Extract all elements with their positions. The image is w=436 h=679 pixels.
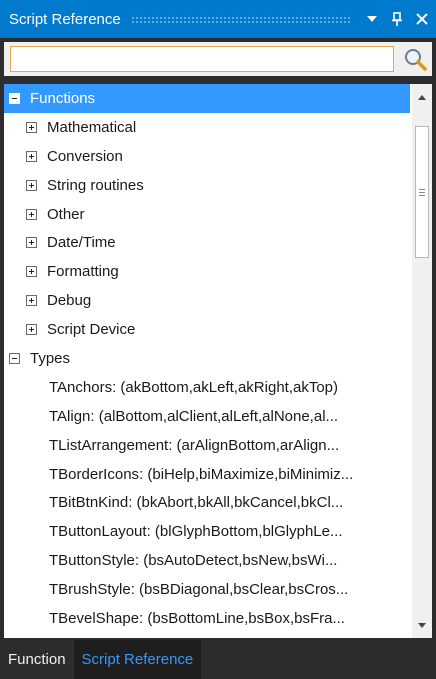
script-reference-panel: Script Reference Functions Mathematical … bbox=[0, 0, 436, 679]
close-icon[interactable] bbox=[411, 8, 433, 30]
expand-icon[interactable] bbox=[26, 208, 37, 220]
tree-node-label: String routines bbox=[47, 176, 144, 194]
tab-script-reference[interactable]: Script Reference bbox=[73, 640, 202, 679]
tree-node-label: Functions bbox=[30, 89, 96, 107]
tree-node-debug[interactable]: Debug bbox=[4, 286, 410, 315]
expand-icon[interactable] bbox=[26, 179, 37, 191]
tree-node-script-device[interactable]: Script Device bbox=[4, 315, 410, 344]
tree-node-label: TBorderIcons: (biHelp,biMaximize,biMinim… bbox=[49, 465, 354, 483]
tree-node-type[interactable]: TButtonStyle: (bsAutoDetect,bsNew,bsWi..… bbox=[4, 546, 410, 575]
collapse-icon[interactable] bbox=[9, 352, 20, 364]
tree-node-label: Types bbox=[30, 349, 71, 367]
tree-node-type[interactable]: TAlign: (alBottom,alClient,alLeft,alNone… bbox=[4, 402, 410, 431]
tree-node-label: TButtonLayout: (blGlyphBottom,blGlyphLe.… bbox=[49, 523, 343, 541]
tree-node-mathematical[interactable]: Mathematical bbox=[4, 113, 410, 142]
tree-node-label: Other bbox=[47, 205, 85, 223]
bottom-tab-bar: Function Script Reference bbox=[0, 640, 436, 679]
search-input[interactable] bbox=[10, 46, 394, 72]
pin-icon[interactable] bbox=[386, 8, 408, 30]
tree-node-label: Conversion bbox=[47, 147, 123, 165]
tree-node-label: Mathematical bbox=[47, 118, 137, 136]
tree-node-formatting[interactable]: Formatting bbox=[4, 257, 410, 286]
tree-node-type[interactable]: TBevelShape: (bsBottomLine,bsBox,bsFra..… bbox=[4, 604, 410, 633]
panel-title: Script Reference bbox=[9, 10, 121, 28]
triangle-down-icon[interactable] bbox=[361, 8, 383, 30]
expand-icon[interactable] bbox=[26, 295, 37, 307]
expand-icon[interactable] bbox=[26, 237, 37, 249]
tree-node-label: TAlign: (alBottom,alClient,alLeft,alNone… bbox=[49, 407, 339, 425]
tree-node-other[interactable]: Other bbox=[4, 200, 410, 229]
tree-list: Functions Mathematical Conversion String… bbox=[4, 84, 410, 633]
vertical-scrollbar[interactable] bbox=[412, 84, 432, 638]
tree-node-label: TBitBtnKind: (bkAbort,bkAll,bkCancel,bkC… bbox=[49, 494, 344, 512]
expand-icon[interactable] bbox=[26, 266, 37, 278]
tree-node-label: Debug bbox=[47, 292, 92, 310]
tree-node-label: TListArrangement: (arAlignBottom,arAlign… bbox=[49, 436, 340, 454]
tree-node-label: Formatting bbox=[47, 263, 119, 281]
tree-node-label: TAnchors: (akBottom,akLeft,akRight,akTop… bbox=[49, 378, 339, 396]
expand-icon[interactable] bbox=[26, 324, 37, 336]
tab-label: Script Reference bbox=[81, 651, 194, 668]
tree-node-type[interactable]: TAnchors: (akBottom,akLeft,akRight,akTop… bbox=[4, 373, 410, 402]
scroll-up-arrow-icon[interactable] bbox=[412, 88, 432, 106]
tree-node-label: TBrushStyle: (bsBDiagonal,bsClear,bsCros… bbox=[49, 581, 349, 599]
tree-node-label: TButtonStyle: (bsAutoDetect,bsNew,bsWi..… bbox=[49, 552, 338, 570]
tree-node-label: Script Device bbox=[47, 321, 136, 339]
tree-node-date-time[interactable]: Date/Time bbox=[4, 228, 410, 257]
tree-node-string-routines[interactable]: String routines bbox=[4, 171, 410, 200]
collapse-icon[interactable] bbox=[9, 92, 20, 104]
tree-node-type[interactable]: TBrushStyle: (bsBDiagonal,bsClear,bsCros… bbox=[4, 575, 410, 604]
tree-node-types[interactable]: Types bbox=[4, 344, 410, 373]
tab-label: Function bbox=[8, 651, 66, 668]
search-bar bbox=[4, 42, 432, 76]
tree-node-functions[interactable]: Functions bbox=[4, 84, 410, 113]
expand-icon[interactable] bbox=[26, 150, 37, 162]
magnifier-icon[interactable] bbox=[400, 44, 430, 74]
reference-tree: Functions Mathematical Conversion String… bbox=[4, 84, 432, 638]
scrollbar-thumb[interactable] bbox=[415, 126, 429, 258]
panel-titlebar[interactable]: Script Reference bbox=[0, 0, 436, 38]
expand-icon[interactable] bbox=[26, 121, 37, 133]
titlebar-grip[interactable] bbox=[130, 15, 351, 23]
tab-function[interactable]: Function bbox=[0, 640, 74, 679]
tree-node-type[interactable]: TBitBtnKind: (bkAbort,bkAll,bkCancel,bkC… bbox=[4, 488, 410, 517]
scroll-down-arrow-icon[interactable] bbox=[412, 616, 432, 634]
tree-node-conversion[interactable]: Conversion bbox=[4, 142, 410, 171]
tree-node-type[interactable]: TListArrangement: (arAlignBottom,arAlign… bbox=[4, 431, 410, 460]
tree-node-label: TBevelShape: (bsBottomLine,bsBox,bsFra..… bbox=[49, 609, 345, 627]
tree-node-label: Date/Time bbox=[47, 234, 116, 252]
tree-node-type[interactable]: TButtonLayout: (blGlyphBottom,blGlyphLe.… bbox=[4, 517, 410, 546]
thumb-grip-icon bbox=[419, 187, 425, 198]
tree-node-type[interactable]: TBorderIcons: (biHelp,biMaximize,biMinim… bbox=[4, 460, 410, 489]
